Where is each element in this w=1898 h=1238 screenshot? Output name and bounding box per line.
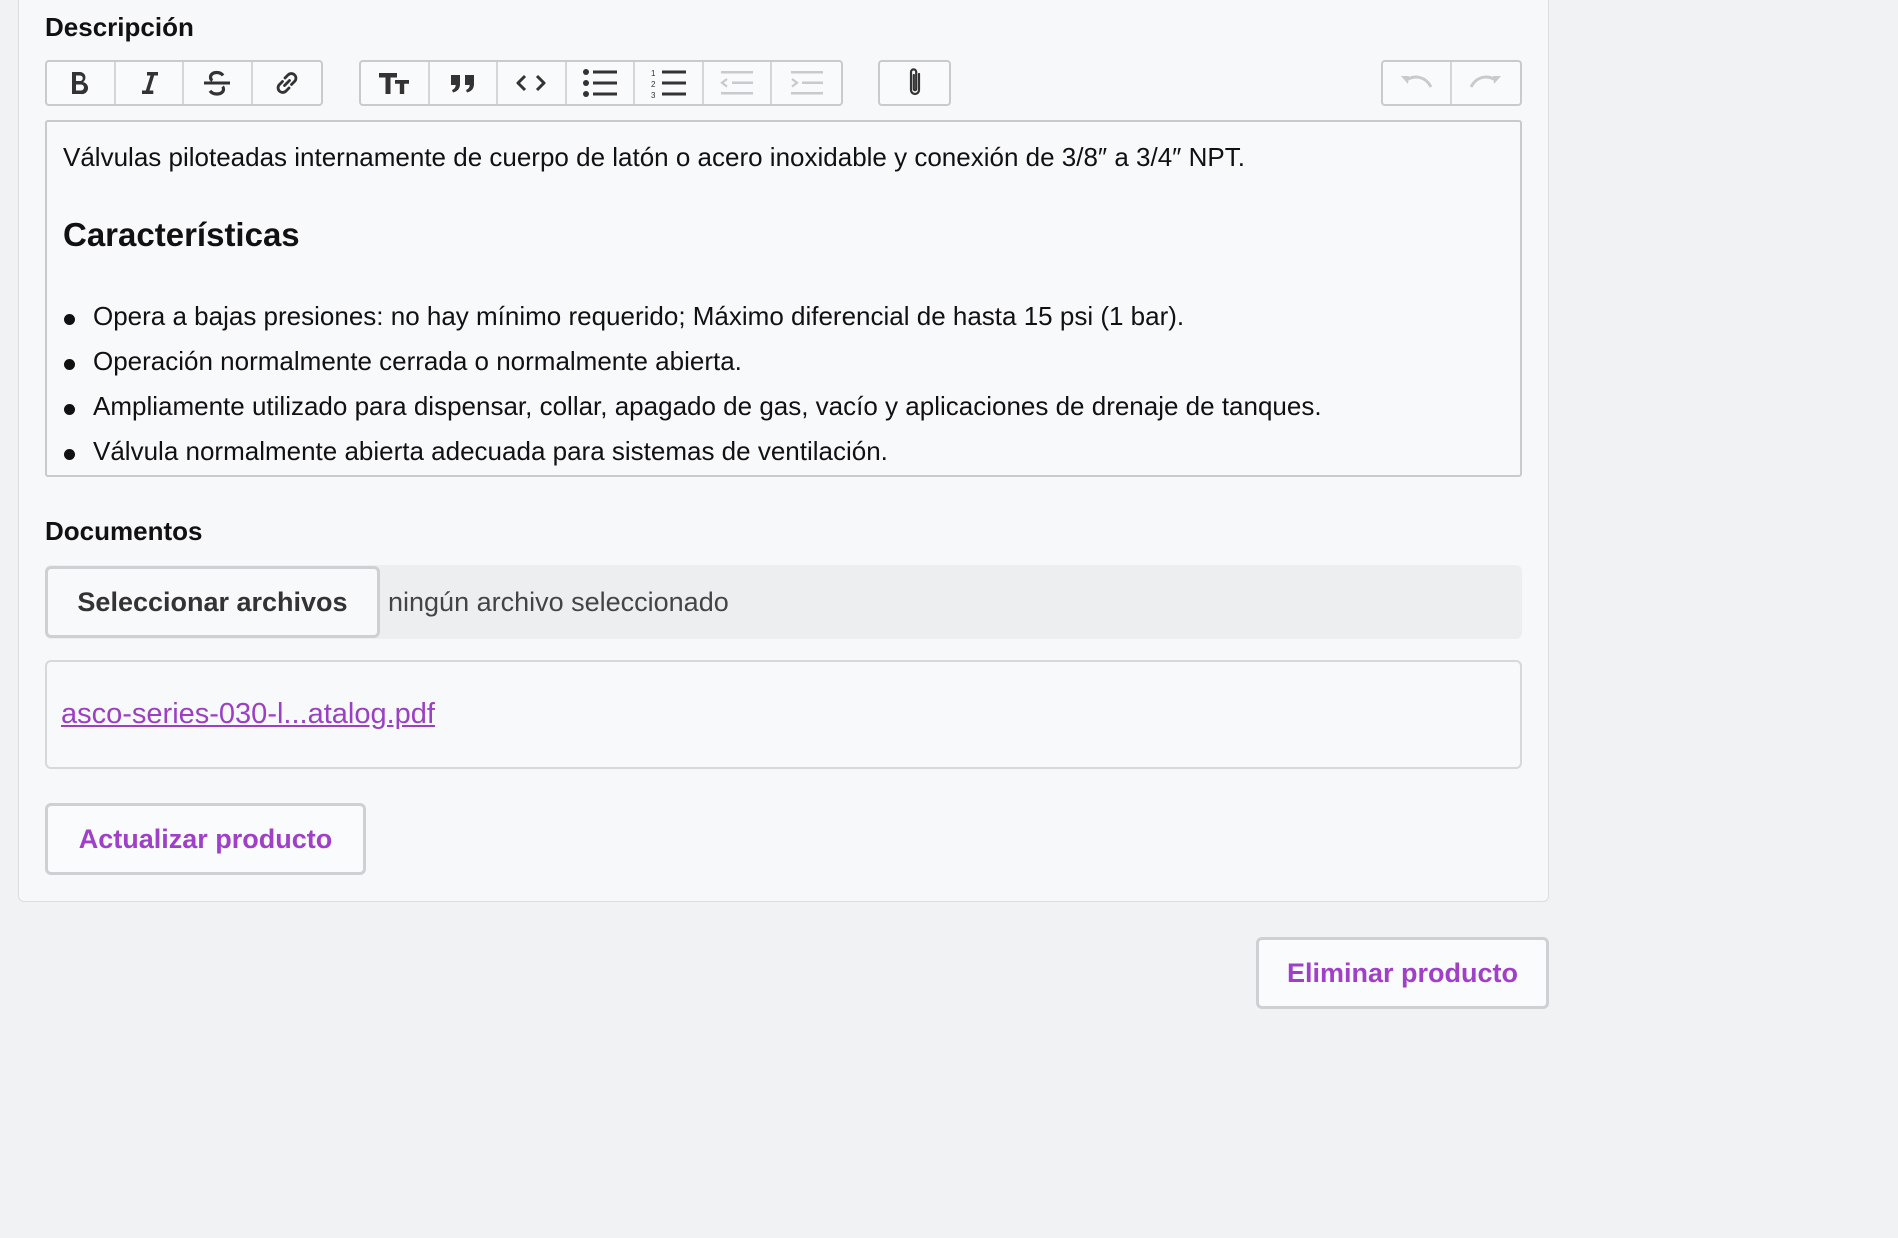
bullet-list-button[interactable] <box>567 62 636 104</box>
link-button[interactable] <box>253 62 321 104</box>
decrease-indent-icon <box>720 71 754 95</box>
numbered-list-button[interactable]: 1 2 3 <box>635 62 704 104</box>
bullet-list-icon <box>583 69 618 97</box>
italic-icon <box>141 72 158 94</box>
bold-icon <box>72 72 89 95</box>
strikethrough-button[interactable] <box>184 62 253 104</box>
description-label: Descripción <box>45 12 194 42</box>
features-list: Opera a bajas presiones: no hay mínimo r… <box>63 296 1504 476</box>
attach-file-button[interactable] <box>880 62 949 104</box>
list-item: Operación normalmente cerrada o normalme… <box>63 341 1504 386</box>
code-button[interactable] <box>498 62 567 104</box>
code-icon <box>516 74 546 92</box>
bold-button[interactable] <box>47 62 116 104</box>
heading-button[interactable] <box>361 62 430 104</box>
update-product-button[interactable]: Actualizar producto <box>45 803 366 875</box>
paperclip-icon <box>909 68 920 96</box>
quote-icon <box>450 75 474 93</box>
heading-icon <box>379 73 410 94</box>
decrease-indent-button[interactable] <box>704 62 773 104</box>
toolbar-text-group <box>45 60 323 106</box>
svg-text:2: 2 <box>651 80 656 89</box>
svg-text:3: 3 <box>651 91 656 98</box>
redo-icon <box>1469 75 1501 88</box>
quote-button[interactable] <box>430 62 499 104</box>
svg-text:1: 1 <box>651 69 656 78</box>
list-item: Válvula normalmente abierta adecuada par… <box>63 431 1504 476</box>
description-intro: Válvulas piloteadas internamente de cuer… <box>63 142 1245 172</box>
choose-files-button[interactable]: Seleccionar archivos <box>45 566 380 638</box>
numbered-list-icon: 1 2 3 <box>651 69 686 98</box>
increase-indent-icon <box>790 71 823 95</box>
features-heading: Características <box>63 216 300 254</box>
delete-product-button[interactable]: Eliminar producto <box>1256 937 1549 1009</box>
attachment-link[interactable]: asco-series-030-l...atalog.pdf <box>61 698 435 731</box>
file-input: Seleccionar archivos ningún archivo sele… <box>45 565 1522 639</box>
italic-button[interactable] <box>116 62 184 104</box>
toolbar-block-group: 1 2 3 <box>359 60 843 106</box>
toolbar-history-group <box>1381 60 1522 106</box>
list-item: Opera a bajas presiones: no hay mínimo r… <box>63 296 1504 341</box>
toolbar-file-group <box>878 60 951 106</box>
undo-icon <box>1401 75 1433 88</box>
documents-label: Documentos <box>45 516 203 546</box>
undo-button[interactable] <box>1383 62 1452 104</box>
increase-indent-button[interactable] <box>772 62 841 104</box>
redo-button[interactable] <box>1452 62 1521 104</box>
no-file-status: ningún archivo seleccionado <box>388 586 729 617</box>
description-editor[interactable]: Válvulas piloteadas internamente de cuer… <box>45 120 1522 477</box>
link-icon <box>276 72 298 94</box>
attachments-box: asco-series-030-l...atalog.pdf <box>45 660 1522 769</box>
strikethrough-icon <box>204 70 231 96</box>
list-item: Ampliamente utilizado para dispensar, co… <box>63 386 1504 431</box>
